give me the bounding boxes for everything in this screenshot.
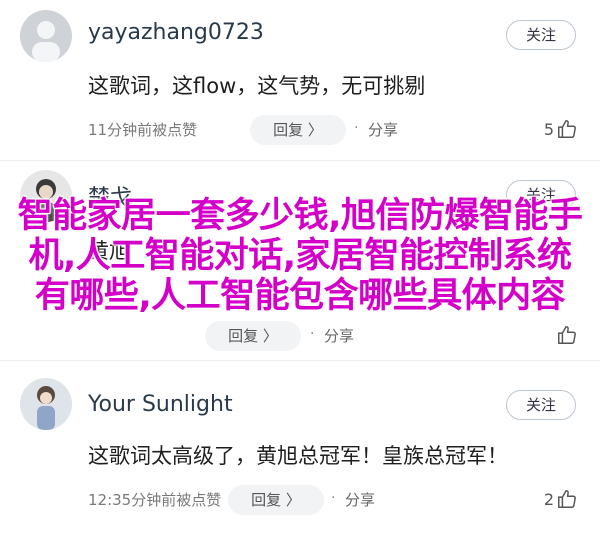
username[interactable]: Your Sunlight (88, 392, 233, 417)
thumb-up-icon (558, 490, 576, 508)
reply-button[interactable]: 回复 〉 (250, 115, 346, 145)
comment-item: Your Sunlight 关注 这歌词太高级了，黄旭总冠军！皇族总冠军！ 12… (0, 370, 600, 534)
separator-dot: · (331, 490, 336, 506)
divider (0, 360, 600, 361)
separator-dot: · (310, 326, 315, 342)
divider (0, 160, 600, 161)
thumb-up-icon (558, 326, 576, 344)
comment-meta-row: 11分钟前被点赞 回复 〉 · 分享 5 (88, 115, 580, 145)
like-button[interactable]: 5 (528, 115, 578, 145)
like-count: 2 (543, 490, 554, 509)
like-count: 5 (543, 120, 554, 139)
comment-text: 这歌词太高级了，黄旭总冠军！皇族总冠军！ (88, 444, 508, 468)
comment-item: yayazhang0723 关注 这歌词，这flow，这气势，无可挑剔 11分钟… (0, 0, 600, 170)
comment-meta-row: 12:35分钟前被点赞 回复 〉 · 分享 2 (88, 485, 580, 515)
follow-button[interactable]: 关注 (506, 390, 576, 420)
comment-text: 这歌词，这flow，这气势，无可挑剔 (88, 74, 426, 98)
reply-button[interactable]: 回复 〉 (228, 485, 324, 515)
follow-button[interactable]: 关注 (506, 20, 576, 50)
share-button[interactable]: 分享 (324, 325, 354, 346)
share-button[interactable]: 分享 (368, 119, 398, 140)
comment-meta-row: 回复 〉 · 分享 (88, 321, 580, 351)
thumb-up-icon (558, 120, 576, 138)
like-time: 11分钟前被点赞 (88, 121, 198, 139)
share-button[interactable]: 分享 (345, 489, 375, 510)
like-button[interactable]: 2 (528, 485, 578, 515)
separator-dot: · (354, 120, 359, 136)
username[interactable]: yayazhang0723 (88, 20, 264, 45)
like-time: 12:35分钟前被点赞 (88, 491, 222, 509)
avatar[interactable] (20, 10, 72, 62)
like-button[interactable] (528, 321, 578, 351)
reply-button[interactable]: 回复 〉 (205, 321, 301, 351)
avatar[interactable] (20, 378, 72, 430)
overlay-title: 智能家居一套多少钱,旭信防爆智能手机,人工智能对话,家居智能控制系统有哪些,人工… (17, 196, 583, 316)
